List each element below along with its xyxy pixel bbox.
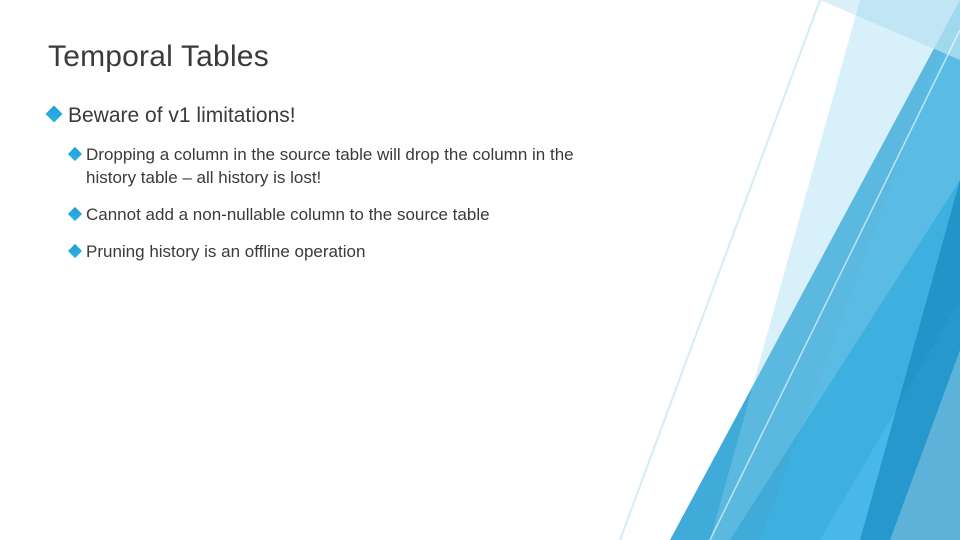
bullet-level2: Pruning history is an offline operation: [70, 241, 610, 264]
diamond-bullet-icon: [68, 207, 82, 221]
bullet-level1: Beware of v1 limitations!: [48, 102, 700, 130]
bullet-text: Beware of v1 limitations!: [68, 102, 296, 130]
bullet-text: Cannot add a non-nullable column to the …: [86, 204, 490, 227]
content-area: Temporal Tables Beware of v1 limitations…: [48, 40, 700, 278]
diamond-bullet-icon: [68, 244, 82, 258]
bullet-text: Pruning history is an offline operation: [86, 241, 365, 264]
slide: Temporal Tables Beware of v1 limitations…: [0, 0, 960, 540]
slide-title: Temporal Tables: [48, 40, 700, 74]
diamond-bullet-icon: [68, 147, 82, 161]
bullet-level2: Dropping a column in the source table wi…: [70, 144, 610, 190]
diamond-bullet-icon: [46, 106, 63, 123]
bullet-text: Dropping a column in the source table wi…: [86, 144, 610, 190]
bullet-level2: Cannot add a non-nullable column to the …: [70, 204, 610, 227]
